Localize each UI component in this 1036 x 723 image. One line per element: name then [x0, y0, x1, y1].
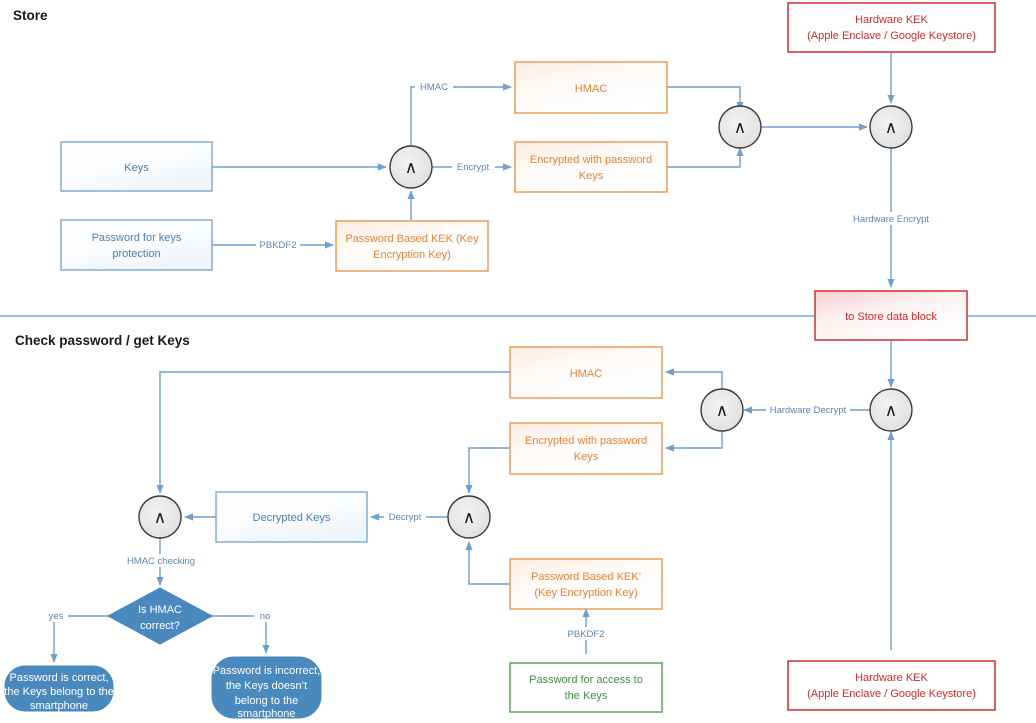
node-store-encrypted-keys-line1: Encrypted with password — [530, 154, 652, 166]
edge-gate5-to-encrypted — [665, 431, 723, 452]
and-gate-check-7-glyph: ∧ — [154, 508, 166, 527]
and-gate-check-5-glyph: ∧ — [716, 401, 728, 420]
decision-label-line1: Is HMAC — [138, 604, 182, 616]
node-password-for-keys-protection-line2: protection — [112, 248, 160, 260]
and-gate-store-2-glyph: ∧ — [734, 118, 746, 137]
and-gate-check-7[interactable]: ∧ — [138, 495, 182, 539]
edge-hmac-to-gate2 — [667, 86, 744, 111]
node-decrypted-keys-label: Decrypted Keys — [253, 512, 331, 524]
edge-label-hardware-encrypt: Hardware Encrypt — [853, 214, 929, 225]
node-to-store-data-block[interactable]: to Store data block — [814, 290, 968, 341]
node-password-for-keys-protection[interactable]: Password for keys protection — [60, 219, 213, 271]
node-hardware-kek-bottom-line1: Hardware KEK — [855, 672, 928, 684]
edge-kekprime-to-gate6 — [465, 541, 510, 585]
node-keys-label: Keys — [124, 162, 149, 174]
result-password-incorrect-line3: belong to the — [235, 695, 299, 707]
and-gate-check-6[interactable]: ∧ — [447, 495, 491, 539]
node-store-hmac-label: HMAC — [575, 83, 607, 95]
node-password-based-kek-prime-line1: Password Based KEK’ — [531, 571, 641, 583]
node-hardware-kek-bottom[interactable]: Hardware KEK (Apple Enclave / Google Key… — [787, 660, 996, 711]
node-password-based-kek-prime-line2: (Key Encryption Key) — [534, 587, 637, 599]
node-password-for-keys-protection-line1: Password for keys — [92, 232, 182, 244]
node-decrypted-keys[interactable]: Decrypted Keys — [215, 491, 368, 543]
edge-label-encrypt: Encrypt — [457, 162, 490, 173]
node-password-based-kek-prime[interactable]: Password Based KEK’ (Key Encryption Key) — [509, 558, 663, 610]
result-password-correct-line3: smartphone — [30, 700, 88, 712]
node-password-for-access[interactable]: Password for access to the Keys — [509, 662, 663, 713]
and-gate-store-3[interactable]: ∧ — [869, 105, 913, 149]
diagram-canvas: Store Check password / get Keys Keys Pas… — [0, 0, 1036, 723]
edge-label-hmac: HMAC — [420, 82, 448, 93]
node-password-based-kek-line1: Password Based KEK (Key — [345, 233, 479, 245]
node-hardware-kek-bottom-line2: (Apple Enclave / Google Keystore) — [807, 688, 976, 700]
node-check-hmac-label: HMAC — [570, 368, 602, 380]
node-check-hmac[interactable]: HMAC — [509, 346, 663, 399]
result-password-correct-line2: the Keys belong to the — [4, 686, 113, 698]
node-check-encrypted-keys-line1: Encrypted with password — [525, 435, 647, 447]
result-password-incorrect-line4: smartphone — [237, 708, 295, 720]
node-hardware-kek-top-line2: (Apple Enclave / Google Keystore) — [807, 30, 976, 42]
decision-is-hmac-correct[interactable]: Is HMAC correct? — [106, 587, 214, 645]
node-password-for-access-line1: Password for access to — [529, 674, 643, 686]
node-hardware-kek-top[interactable]: Hardware KEK (Apple Enclave / Google Key… — [787, 2, 996, 53]
edge-gate1-to-hmac — [410, 83, 512, 147]
edge-label-no: no — [260, 611, 271, 622]
edge-hmac-to-gate7 — [156, 371, 510, 494]
edge-label-decrypt: Decrypt — [389, 512, 422, 523]
result-password-correct[interactable]: Password is correct, the Keys belong to … — [4, 665, 114, 712]
node-password-for-access-line2: the Keys — [565, 690, 608, 702]
and-gate-check-4[interactable]: ∧ — [869, 388, 913, 432]
section-title-check: Check password / get Keys — [15, 333, 190, 348]
and-gate-store-1[interactable]: ∧ — [389, 145, 433, 189]
node-to-store-data-block-label: to Store data block — [845, 311, 937, 323]
result-password-correct-line1: Password is correct, — [9, 672, 108, 684]
result-password-incorrect-line2: the Keys doesn’t — [226, 680, 307, 692]
edge-label-pbkdf2-check: PBKDF2 — [568, 629, 605, 640]
result-password-incorrect[interactable]: Password is incorrect, the Keys doesn’t … — [211, 656, 322, 720]
section-title-store: Store — [13, 8, 48, 23]
edge-decision-yes — [50, 615, 110, 663]
edge-gate5-to-hmac — [665, 368, 723, 389]
edge-label-hmac-checking: HMAC checking — [127, 556, 195, 567]
and-gate-store-2[interactable]: ∧ — [718, 105, 762, 149]
key-storage-flow-diagram: Store Check password / get Keys Keys Pas… — [0, 2, 1036, 720]
result-password-incorrect-line1: Password is incorrect, — [213, 665, 321, 677]
edge-encrypted-to-gate2 — [667, 147, 744, 168]
node-password-based-kek-line2: Encryption Key) — [373, 249, 451, 261]
and-gate-check-6-glyph: ∧ — [463, 508, 475, 527]
node-check-encrypted-keys-line2: Keys — [574, 451, 599, 463]
and-gate-check-4-glyph: ∧ — [885, 401, 897, 420]
edge-label-yes: yes — [49, 611, 64, 622]
node-store-hmac[interactable]: HMAC — [514, 61, 668, 114]
node-store-encrypted-keys-line2: Keys — [579, 170, 604, 182]
node-hardware-kek-top-line1: Hardware KEK — [855, 14, 928, 26]
node-check-encrypted-keys[interactable]: Encrypted with password Keys — [509, 422, 663, 475]
and-gate-check-5[interactable]: ∧ — [700, 388, 744, 432]
node-store-encrypted-keys[interactable]: Encrypted with password Keys — [514, 141, 668, 193]
node-keys[interactable]: Keys — [60, 141, 213, 192]
node-password-based-kek[interactable]: Password Based KEK (Key Encryption Key) — [335, 220, 489, 272]
and-gate-store-3-glyph: ∧ — [885, 118, 897, 137]
edge-label-pbkdf2: PBKDF2 — [260, 240, 297, 251]
decision-label-line2: correct? — [140, 620, 180, 632]
edge-label-hardware-decrypt: Hardware Decrypt — [770, 405, 847, 416]
and-gate-store-1-glyph: ∧ — [405, 158, 417, 177]
edge-encrypted-to-gate6 — [465, 447, 510, 494]
